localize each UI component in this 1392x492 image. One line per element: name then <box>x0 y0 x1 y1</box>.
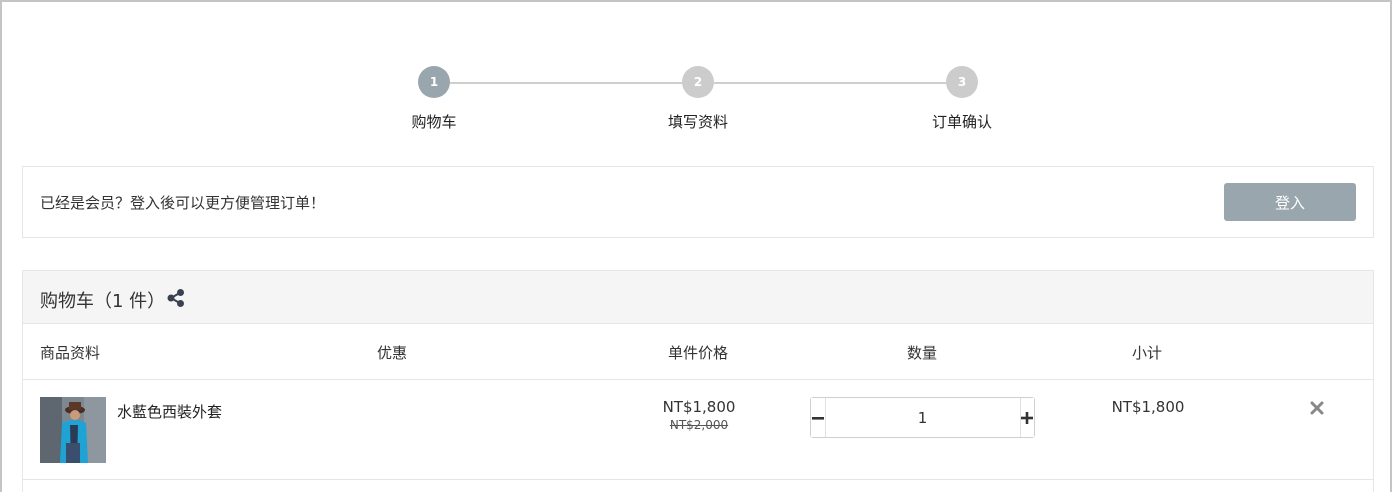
product-thumbnail[interactable] <box>40 397 106 463</box>
member-login-bar: 已经是会员？登入後可以更方便管理订单！ 登入 <box>22 166 1374 238</box>
close-icon <box>1310 401 1324 415</box>
increase-quantity-button[interactable] <box>1019 398 1034 437</box>
step-cart: 1 购物车 <box>374 66 494 132</box>
cart-header: 购物车（1 件） <box>23 271 1373 324</box>
original-price: NT$2,000 <box>669 418 729 432</box>
cart-item-row: 水藍色西裝外套 NT$1,800 NT$2,000 NT$1,800 <box>23 380 1373 480</box>
product-name-link[interactable]: 水藍色西裝外套 <box>117 401 222 422</box>
checkout-stepper: 1 购物车 2 填写资料 3 订单确认 <box>0 66 1392 136</box>
remove-item-button[interactable] <box>1307 398 1327 418</box>
step-number: 1 <box>418 66 450 98</box>
current-price: NT$1,800 <box>662 398 736 416</box>
column-quantity: 数量 <box>907 344 938 362</box>
column-discount: 优惠 <box>377 344 408 362</box>
share-icon[interactable] <box>166 288 186 308</box>
quantity-input[interactable] <box>825 398 1020 437</box>
login-button[interactable]: 登入 <box>1224 183 1356 221</box>
minus-icon <box>811 416 824 420</box>
quantity-stepper <box>810 397 1035 438</box>
cart-panel: 购物车（1 件） 商品资料 优惠 单件价格 数量 小计 水藍色西裝外套 NT$1… <box>22 270 1374 492</box>
cart-column-headers: 商品资料 优惠 单件价格 数量 小计 <box>23 324 1373 380</box>
decrease-quantity-button[interactable] <box>811 398 826 437</box>
step-label: 订单确认 <box>931 113 992 131</box>
item-subtotal: NT$1,800 <box>1111 398 1185 416</box>
cart-title: 购物车（1 件） <box>40 291 166 312</box>
plus-icon <box>1021 411 1034 424</box>
step-label: 填写资料 <box>667 113 728 131</box>
step-fill-info: 2 填写资料 <box>638 66 758 132</box>
step-label: 购物车 <box>411 113 457 131</box>
login-message: 已经是会员？登入後可以更方便管理订单！ <box>40 194 326 212</box>
step-number: 3 <box>946 66 978 98</box>
column-product-info: 商品资料 <box>40 344 101 362</box>
step-order-confirm: 3 订单确认 <box>902 66 1022 132</box>
column-subtotal: 小计 <box>1132 344 1163 362</box>
step-number: 2 <box>682 66 714 98</box>
unit-price: NT$1,800 NT$2,000 <box>649 398 749 432</box>
column-unit-price: 单件价格 <box>668 344 729 362</box>
